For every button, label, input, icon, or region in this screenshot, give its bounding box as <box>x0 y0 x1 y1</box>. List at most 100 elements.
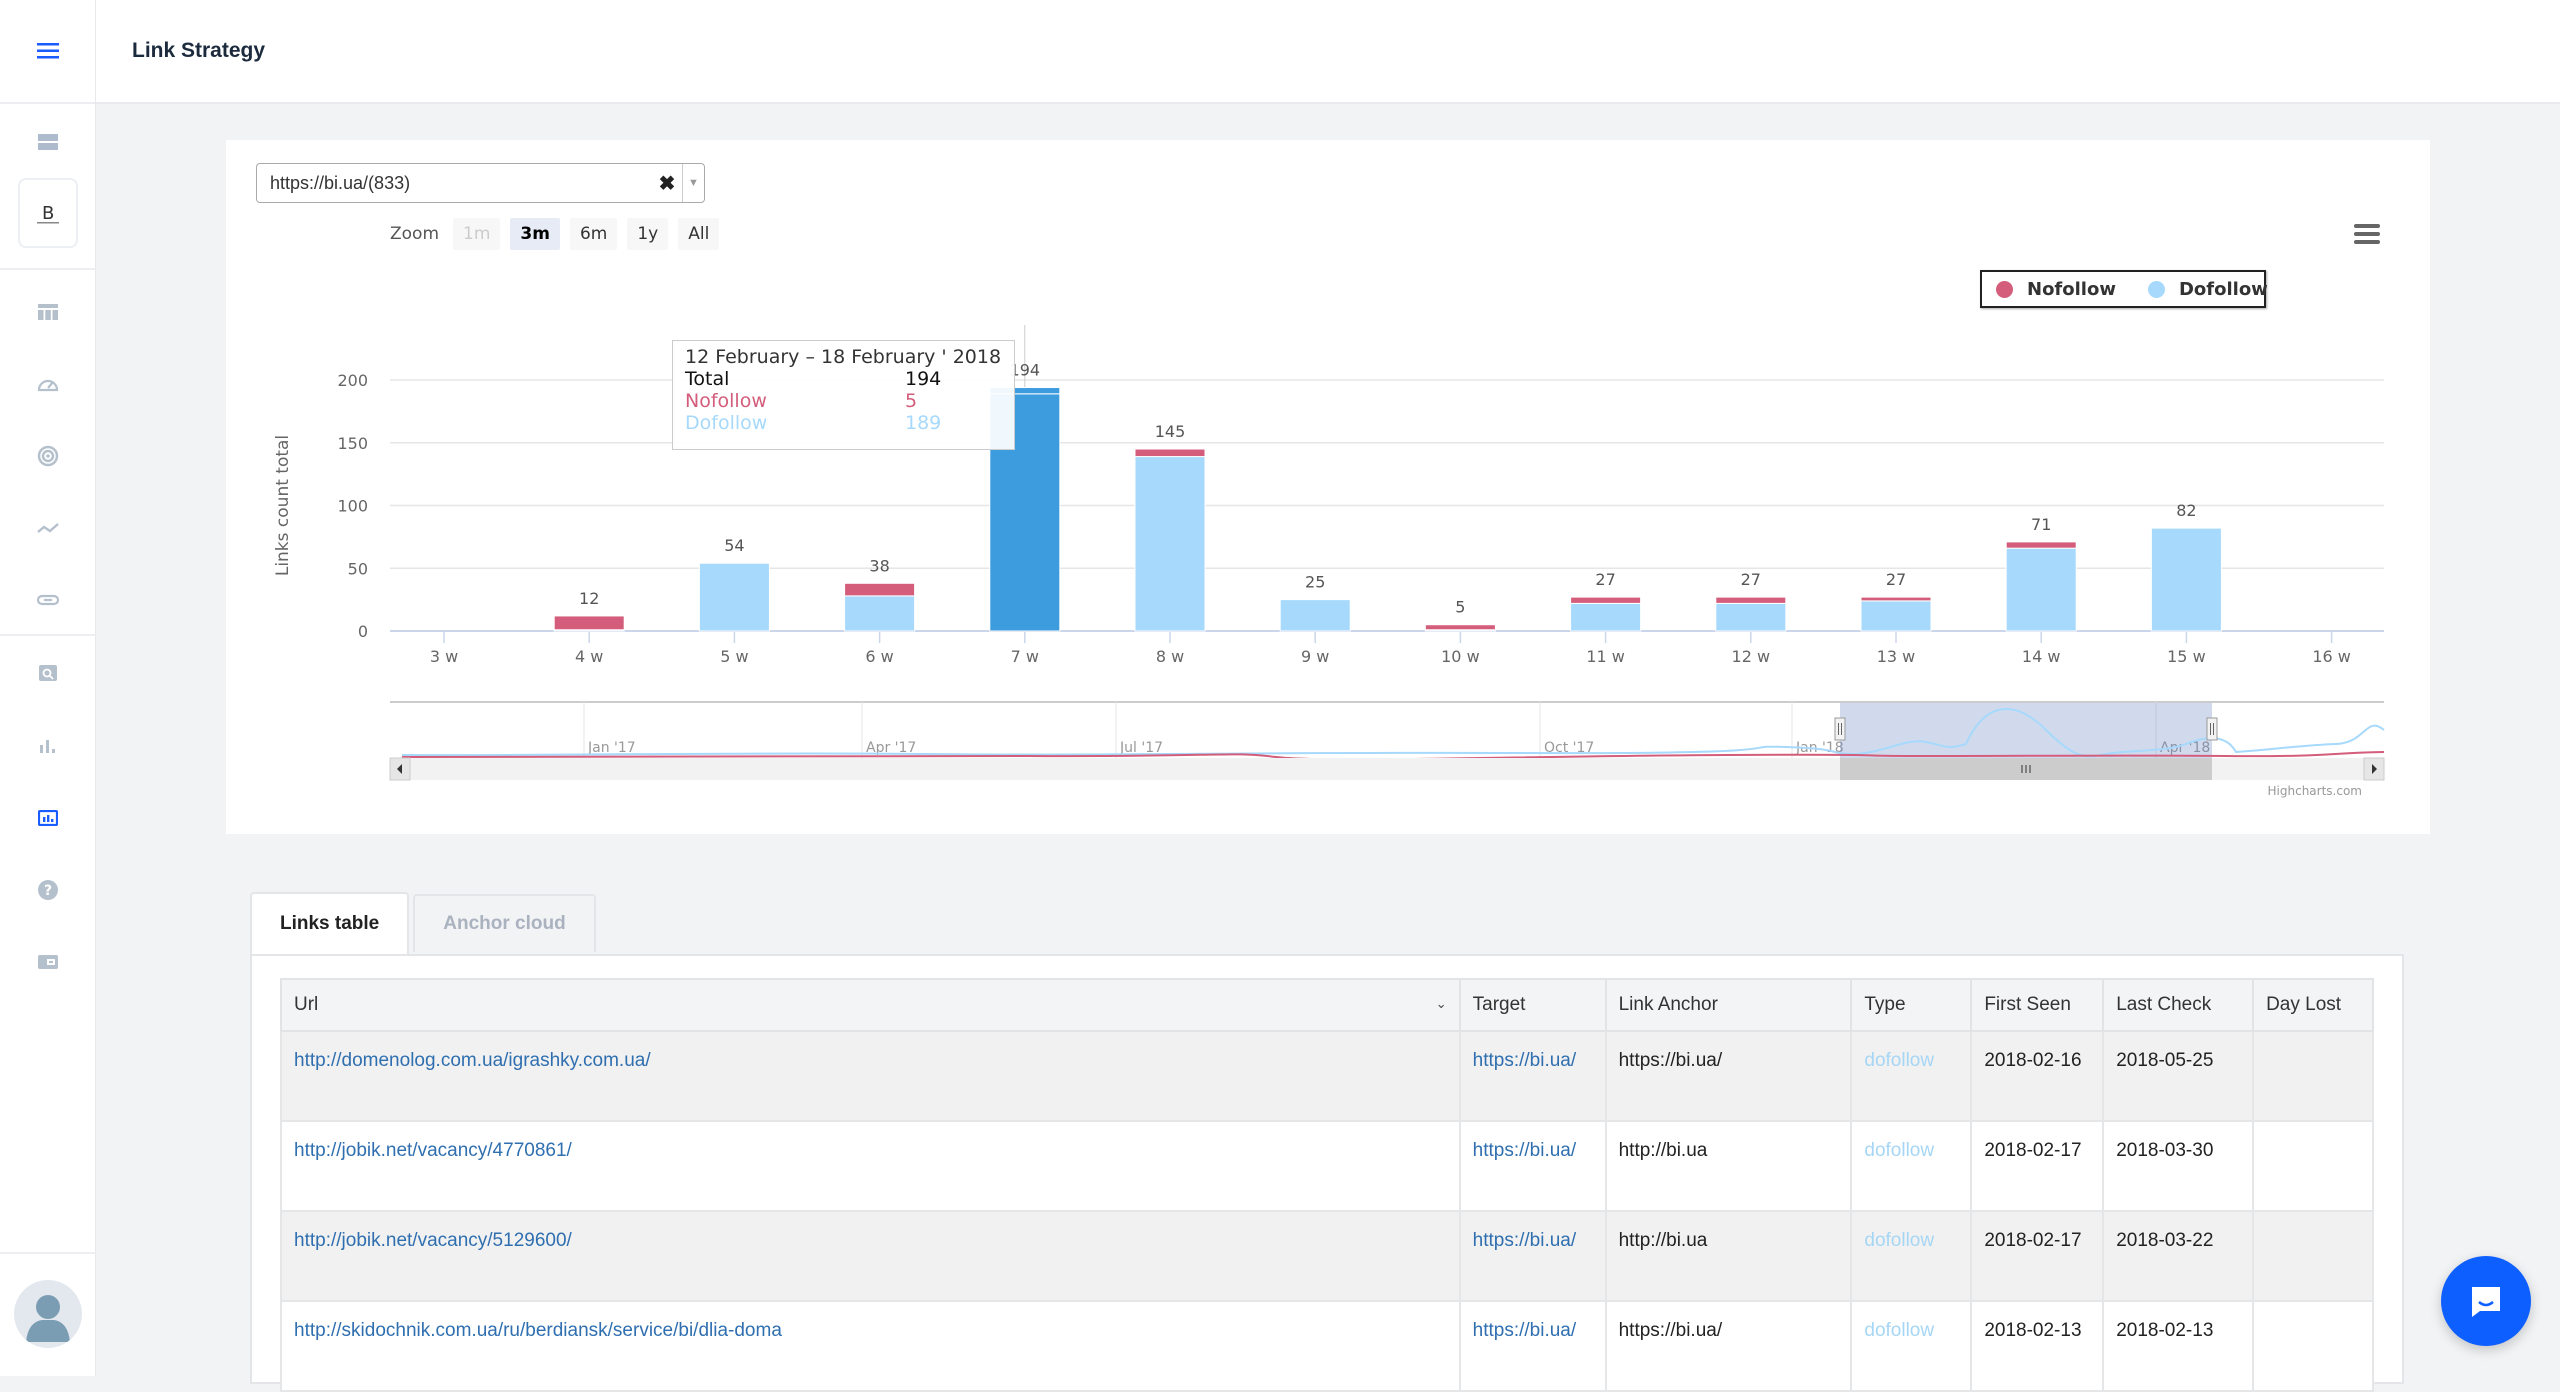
sidebar-item-stats[interactable] <box>0 726 96 766</box>
cell-first-seen: 2018-02-17 <box>1970 1120 2105 1212</box>
menu-icon[interactable] <box>36 43 59 59</box>
cell-type-text: dofollow <box>1864 1320 1935 1341</box>
cell-last-check: 2018-05-25 <box>2102 1030 2255 1122</box>
data-label: 54 <box>724 536 744 555</box>
x-tick-label: 16 w <box>2312 647 2351 666</box>
cell-first-seen-text: 2018-02-17 <box>1984 1140 2082 1161</box>
bar-dofollow <box>844 595 916 632</box>
table-row: http://domenolog.com.ua/igrashky.com.ua/… <box>280 1030 2374 1122</box>
cell-url-text[interactable]: http://jobik.net/vacancy/4770861/ <box>294 1140 572 1161</box>
cell-target: https://bi.ua/ <box>1458 1210 1607 1302</box>
cell-url-text[interactable]: http://skidochnik.com.ua/ru/berdiansk/se… <box>294 1320 782 1341</box>
sidebar-item-link-strategy[interactable] <box>0 798 96 838</box>
sidebar-item-dashboard[interactable] <box>0 292 96 332</box>
sidebar-item-links[interactable] <box>0 580 96 620</box>
bar-nofollow <box>844 582 916 597</box>
cell-first-seen-text: 2018-02-16 <box>1984 1050 2082 1071</box>
column-header-url[interactable]: Url ⌄ <box>280 978 1461 1032</box>
tooltip-row-total: Total 194 <box>685 368 942 390</box>
highcharts-credits[interactable]: Highcharts.com <box>2268 784 2362 798</box>
cell-anchor: https://bi.ua/ <box>1604 1300 1853 1392</box>
column-header-first-seen[interactable]: First Seen <box>1970 978 2105 1032</box>
cell-last-check: 2018-02-13 <box>2102 1300 2255 1392</box>
bar-nofollow <box>553 615 625 631</box>
cell-url: http://domenolog.com.ua/igrashky.com.ua/ <box>280 1030 1461 1122</box>
column-header-link-anchor[interactable]: Link Anchor <box>1604 978 1853 1032</box>
bar-nofollow <box>1424 624 1496 631</box>
radar-icon <box>37 445 59 467</box>
cell-type-text: dofollow <box>1864 1230 1935 1251</box>
table-header-row: Url ⌄ Target Link Anchor Type First Seen … <box>280 978 2374 1032</box>
y-tick-label: 50 <box>348 559 368 578</box>
cell-type-text: dofollow <box>1864 1140 1935 1161</box>
user-avatar[interactable] <box>14 1280 82 1348</box>
cell-anchor-text: http://bi.ua <box>1618 1140 1708 1161</box>
top-header: Link Strategy <box>96 0 2560 104</box>
bar-dofollow <box>2005 547 2077 632</box>
cell-target-text[interactable]: https://bi.ua/ <box>1473 1316 1585 1346</box>
bar-dofollow <box>698 562 770 632</box>
data-label: 82 <box>2176 501 2196 520</box>
tabs: Links table Anchor cloud <box>250 892 600 954</box>
user-icon <box>26 1295 70 1342</box>
x-tick-label: 11 w <box>1586 647 1625 666</box>
cell-day-lost <box>2252 1030 2374 1122</box>
tab-anchor-cloud[interactable]: Anchor cloud <box>413 894 596 952</box>
x-tick-label: 4 w <box>575 647 603 666</box>
cell-anchor: http://bi.ua <box>1604 1120 1853 1212</box>
cell-day-lost <box>2252 1210 2374 1302</box>
cell-type-text: dofollow <box>1864 1050 1935 1071</box>
cell-type: dofollow <box>1850 1210 1973 1302</box>
bar-dofollow <box>1134 456 1206 632</box>
sidebar-item-servers[interactable] <box>0 122 96 162</box>
bar-chart-icon <box>40 740 55 753</box>
y-tick-label: 100 <box>337 497 368 516</box>
sidebar: B ? <box>0 0 96 1376</box>
cell-target: https://bi.ua/ <box>1458 1030 1607 1122</box>
search-doc-icon <box>39 665 57 681</box>
sidebar-divider <box>0 268 96 270</box>
cell-first-seen-text: 2018-02-17 <box>1984 1230 2082 1251</box>
cell-anchor-text: https://bi.ua/ <box>1618 1050 1723 1071</box>
data-label: 27 <box>1741 570 1761 589</box>
tab-links-table[interactable]: Links table <box>250 892 410 954</box>
column-header-day-lost[interactable]: Day Lost <box>2252 978 2374 1032</box>
sidebar-item-trends[interactable] <box>0 508 96 548</box>
bar-nofollow <box>1570 596 1642 604</box>
cell-target-text[interactable]: https://bi.ua/ <box>1473 1136 1585 1166</box>
column-header-last-check[interactable]: Last Check <box>2102 978 2255 1032</box>
cell-target-text[interactable]: https://bi.ua/ <box>1473 1226 1585 1256</box>
link-icon <box>37 594 59 606</box>
cell-url-text[interactable]: http://jobik.net/vacancy/5129600/ <box>294 1230 572 1251</box>
sidebar-item-help[interactable]: ? <box>0 870 96 910</box>
navigator-left-handle[interactable] <box>1834 717 1846 741</box>
cell-url-text[interactable]: http://domenolog.com.ua/igrashky.com.ua/ <box>294 1050 651 1071</box>
tooltip-title: 12 February – 18 February ' 2018 <box>685 346 1002 368</box>
bar-dofollow <box>1715 602 1787 632</box>
sidebar-item-radar[interactable] <box>0 436 96 476</box>
navigator-right-handle[interactable] <box>2206 717 2218 741</box>
x-tick-label: 3 w <box>430 647 458 666</box>
chevron-down-icon[interactable]: ⌄ <box>1436 996 1447 1012</box>
sidebar-header <box>0 0 95 104</box>
column-header-type[interactable]: Type <box>1850 978 1973 1032</box>
chat-widget-button[interactable] <box>2441 1256 2531 1346</box>
x-tick-label: 15 w <box>2167 647 2206 666</box>
server-icon <box>38 134 58 150</box>
x-tick-label: 13 w <box>1877 647 1916 666</box>
cell-first-seen-text: 2018-02-13 <box>1984 1320 2082 1341</box>
sidebar-item-search-doc[interactable] <box>0 654 96 694</box>
column-header-target[interactable]: Target <box>1458 978 1607 1032</box>
bar-chart: 0 50 100 150 200 Links count total 3 w 4 w 12 5 w… <box>273 325 2385 781</box>
data-label: 25 <box>1305 573 1325 592</box>
data-label: 145 <box>1155 422 1186 441</box>
y-tick-label: 150 <box>337 434 368 453</box>
x-tick-label: 12 w <box>1732 647 1771 666</box>
tooltip-row-dofollow: Dofollow 189 <box>685 412 942 434</box>
sidebar-item-billing[interactable] <box>0 942 96 982</box>
cell-type: dofollow <box>1850 1300 1973 1392</box>
sidebar-item-speed[interactable] <box>0 364 96 404</box>
cell-type: dofollow <box>1850 1030 1973 1122</box>
project-logo[interactable]: B <box>18 178 78 248</box>
cell-target-text[interactable]: https://bi.ua/ <box>1473 1046 1585 1076</box>
